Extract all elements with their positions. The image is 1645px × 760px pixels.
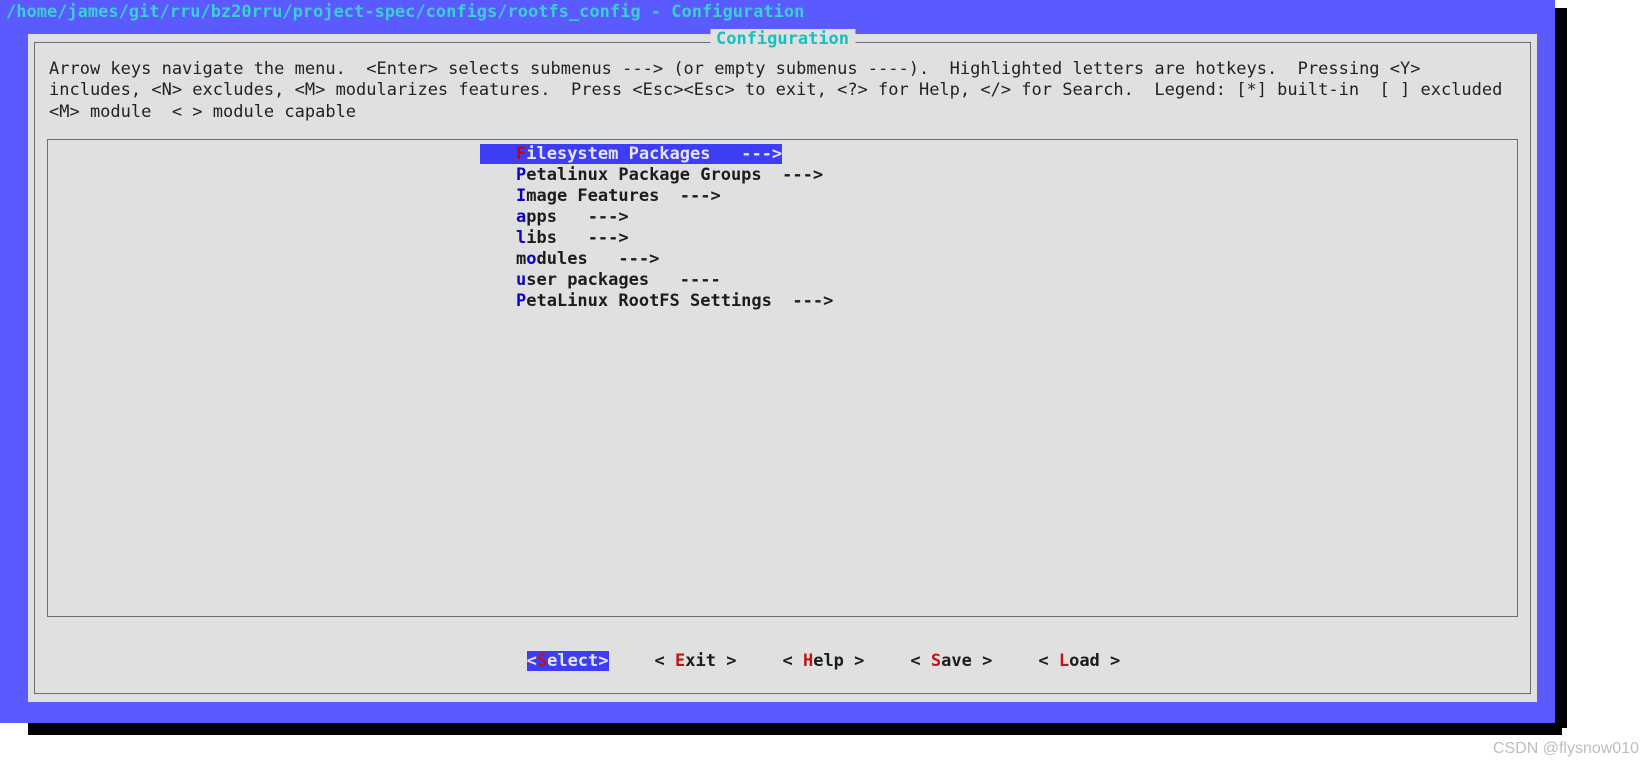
window-title: /home/james/git/rru/bz20rru/project-spec… — [0, 0, 1555, 28]
menu-item[interactable]: libs ---> — [480, 228, 1517, 249]
exit-button[interactable]: < Exit > — [655, 651, 737, 671]
window-shadow-right — [1555, 8, 1567, 728]
title-path: /home/james/git/rru/bz20rru/project-spec… — [6, 2, 641, 22]
menu-item[interactable]: Filesystem Packages ---> — [480, 144, 782, 165]
menu-item[interactable]: modules ---> — [480, 249, 1517, 270]
select-button[interactable]: <Select> — [527, 651, 609, 671]
client-area: Configuration Arrow keys navigate the me… — [28, 34, 1537, 702]
menu-list[interactable]: Filesystem Packages ---> Petalinux Packa… — [48, 144, 1517, 312]
menu-box: Filesystem Packages ---> Petalinux Packa… — [47, 139, 1518, 617]
menu-item[interactable]: user packages ---- — [480, 270, 1517, 291]
menu-item[interactable]: apps ---> — [480, 207, 1517, 228]
title-name: Configuration — [671, 2, 804, 22]
window-shadow-bottom — [28, 723, 1562, 735]
menu-item[interactable]: Image Features ---> — [480, 186, 1517, 207]
help-button[interactable]: < Help > — [782, 651, 864, 671]
title-sep: - — [641, 2, 672, 22]
save-button[interactable]: < Save > — [910, 651, 992, 671]
menu-item[interactable]: Petalinux Package Groups ---> — [480, 165, 1517, 186]
terminal-window: /home/james/git/rru/bz20rru/project-spec… — [0, 0, 1555, 723]
config-group: Configuration Arrow keys navigate the me… — [34, 42, 1531, 694]
menu-item[interactable]: PetaLinux RootFS Settings ---> — [480, 291, 1517, 312]
group-title: Configuration — [710, 29, 855, 49]
button-bar: <Select> < Exit > < Help > < Save > < Load > — [35, 617, 1530, 691]
help-text: Arrow keys navigate the menu. <Enter> se… — [35, 43, 1530, 131]
load-button[interactable]: < Load > — [1038, 651, 1120, 671]
watermark: CSDN @flysnow010 — [1493, 740, 1639, 758]
